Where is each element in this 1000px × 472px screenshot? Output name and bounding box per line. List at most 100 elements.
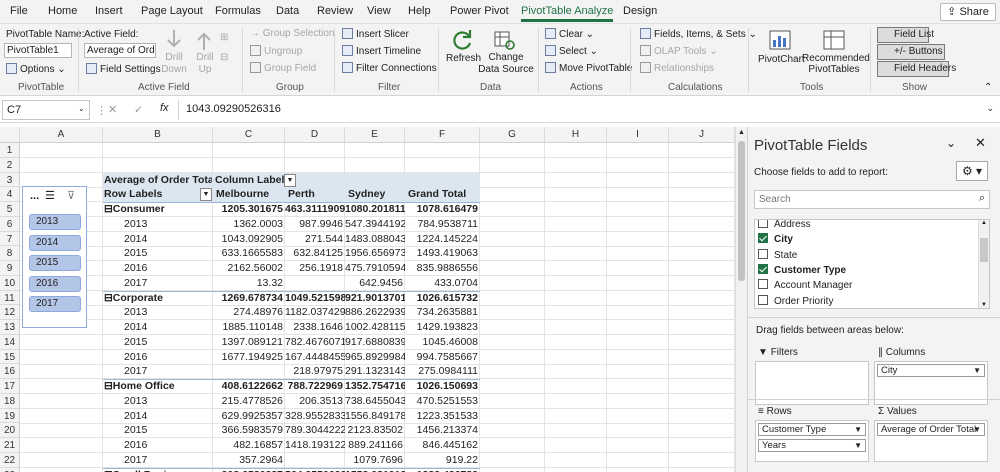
pivot-value-cell[interactable]: 275.0984111 [405, 364, 480, 379]
field-item[interactable]: Order Priority [758, 294, 833, 307]
menu-data[interactable]: Data [276, 5, 299, 17]
checkbox-icon[interactable] [758, 248, 768, 259]
pivot-value-cell[interactable]: 1456.213374 [405, 423, 480, 438]
pivot-value-cell[interactable] [285, 453, 345, 468]
pivot-value-cell[interactable]: 921.9013701 [345, 291, 405, 306]
slicer-item[interactable]: 2017 [29, 296, 81, 312]
select-button[interactable]: Select ⌄ [545, 45, 598, 57]
field-list-scroll-thumb[interactable] [980, 238, 988, 262]
pivot-value-cell[interactable]: 1045.46008 [405, 335, 480, 350]
pivot-value-cell[interactable]: 2338.1646 [285, 320, 345, 335]
collapse-ribbon-icon[interactable]: ⌃ [984, 82, 992, 93]
row-header[interactable]: 7 [0, 231, 20, 247]
pivot-value-cell[interactable]: 1079.7696 [345, 453, 405, 468]
formula-input[interactable]: 1043.09290526316 [186, 103, 281, 115]
checkbox-icon[interactable] [758, 294, 768, 305]
row-header[interactable]: 5 [0, 202, 20, 217]
row-header[interactable]: 20 [0, 423, 20, 438]
name-box-dropdown-icon[interactable]: ⌄ [78, 104, 85, 113]
pivot-value-cell[interactable]: 987.9946 [285, 217, 345, 232]
field-item[interactable]: Account Manager [758, 279, 852, 291]
buttons-toggle[interactable]: +/- Buttons [877, 44, 945, 60]
pivot-value-cell[interactable]: 271.544 [285, 232, 345, 247]
pivot-value-cell[interactable]: 547.3944192 [345, 217, 405, 232]
pivot-value-cell[interactable]: 564.3550632 [285, 468, 345, 472]
checkbox-icon[interactable] [758, 220, 768, 228]
pivot-value-cell[interactable]: 470.5251553 [405, 394, 480, 409]
pivot-value-cell[interactable]: 215.4778526 [213, 394, 285, 409]
rows-chip-years[interactable]: Years ▼ [758, 439, 866, 452]
field-item[interactable]: Customer Type [758, 263, 846, 276]
column-header[interactable]: J [669, 127, 735, 143]
pivot-value-cell[interactable]: 1080.201811 [345, 202, 405, 217]
years-slicer[interactable]: ... ☰ ⊽ 2013 2014 2015 2016 2017 [22, 186, 87, 328]
pivot-value-cell[interactable]: 206.3513 [285, 394, 345, 409]
menu-insert[interactable]: Insert [95, 5, 123, 17]
filter-connections-button[interactable]: Filter Connections [342, 62, 437, 74]
collapse-field-icon[interactable]: ⊟ [220, 52, 228, 63]
pivot-value-cell[interactable]: 1224.145224 [405, 232, 480, 247]
close-icon[interactable]: ✕ [975, 135, 986, 151]
pivot-value-cell[interactable]: 889.241166 [345, 438, 405, 453]
columns-chip-city[interactable]: City ▼ [877, 364, 985, 377]
row-header[interactable]: 21 [0, 438, 20, 453]
pivot-value-cell[interactable]: 1026.615732 [405, 291, 480, 306]
menu-home[interactable]: Home [48, 5, 77, 17]
pivot-value-cell[interactable]: 291.1323143 [345, 364, 405, 379]
active-field-input[interactable]: Average of Order [84, 43, 156, 58]
pivot-value-cell[interactable]: 1362.0003 [213, 217, 285, 232]
share-button[interactable]: ⇪ Share [940, 3, 996, 21]
pivot-value-cell[interactable]: 1352.754716 [345, 379, 405, 394]
menu-file[interactable]: File [10, 5, 28, 17]
row-header[interactable]: 9 [0, 261, 20, 276]
field-list-toggle[interactable]: Field List [877, 27, 934, 43]
checkbox-icon[interactable] [758, 263, 768, 274]
row-header[interactable]: 17 [0, 379, 20, 394]
field-settings-button[interactable]: Field Settings [86, 63, 161, 75]
refresh-button[interactable]: Refresh [446, 53, 481, 64]
pivot-value-cell[interactable]: 167.4448455 [285, 350, 345, 365]
pivot-value-cell[interactable]: 366.5983579 [213, 423, 285, 438]
pivot-value-cell[interactable]: 1552.081013 [345, 468, 405, 472]
select-all-corner[interactable] [0, 127, 20, 143]
pivot-value-cell[interactable]: 917.6880839 [345, 335, 405, 350]
drill-up-button[interactable]: Drill Up [193, 52, 217, 76]
pivot-value-cell[interactable]: 789.3044222 [285, 423, 345, 438]
rows-area[interactable]: Customer Type ▼ Years ▼ [755, 420, 869, 462]
column-header[interactable]: G [480, 127, 545, 143]
row-header[interactable]: 15 [0, 349, 20, 365]
row-header[interactable]: 6 [0, 216, 20, 232]
pivot-value-cell[interactable]: 328.9552833 [285, 409, 345, 424]
rows-chip-customer-type[interactable]: Customer Type ▼ [758, 423, 866, 436]
pivot-value-cell[interactable]: 256.1918 [285, 261, 345, 276]
menu-page-layout[interactable]: Page Layout [141, 5, 203, 17]
column-header[interactable]: E [345, 127, 405, 143]
pivot-value-cell[interactable]: 835.9886556 [405, 261, 480, 276]
values-chip-average-order-total[interactable]: Average of Order Total ▼ [877, 423, 985, 436]
pivot-value-cell[interactable]: 782.4676071 [285, 335, 345, 350]
pivot-value-cell[interactable]: 2123.83502 [345, 423, 405, 438]
row-header[interactable]: 23 [0, 467, 20, 472]
column-header[interactable]: A [20, 127, 103, 143]
group-selection-button[interactable]: → Group Selection [250, 28, 335, 39]
menu-power-pivot[interactable]: Power Pivot [450, 5, 509, 17]
scroll-down-icon[interactable]: ▼ [981, 302, 987, 308]
pivot-value-cell[interactable]: 433.0704 [405, 276, 480, 291]
pivottable-name-input[interactable]: PivotTable1 [4, 43, 72, 58]
pivot-value-cell[interactable]: 408.6122662 [213, 379, 285, 394]
pivot-value-cell[interactable]: 994.7585667 [405, 350, 480, 365]
pivot-value-cell[interactable]: 1956.656973 [345, 246, 405, 261]
row-header[interactable]: 14 [0, 334, 20, 350]
row-header[interactable]: 11 [0, 290, 20, 306]
pivot-value-cell[interactable]: 734.2635881 [405, 305, 480, 320]
row-header[interactable]: 13 [0, 320, 20, 335]
field-list[interactable]: Address City State Customer Type Account Man… [754, 219, 990, 309]
pivot-value-cell[interactable] [285, 276, 345, 291]
settings-gear-icon[interactable]: ⚙ ▾ [956, 161, 988, 181]
pivot-value-cell[interactable]: 13.32 [213, 276, 285, 291]
pivot-value-cell[interactable]: 1078.616479 [405, 202, 480, 217]
menu-design[interactable]: Design [623, 5, 657, 17]
pivot-value-cell[interactable]: 629.9925357 [213, 409, 285, 424]
enter-icon[interactable]: ✓ [134, 103, 143, 116]
row-header[interactable]: 8 [0, 246, 20, 261]
